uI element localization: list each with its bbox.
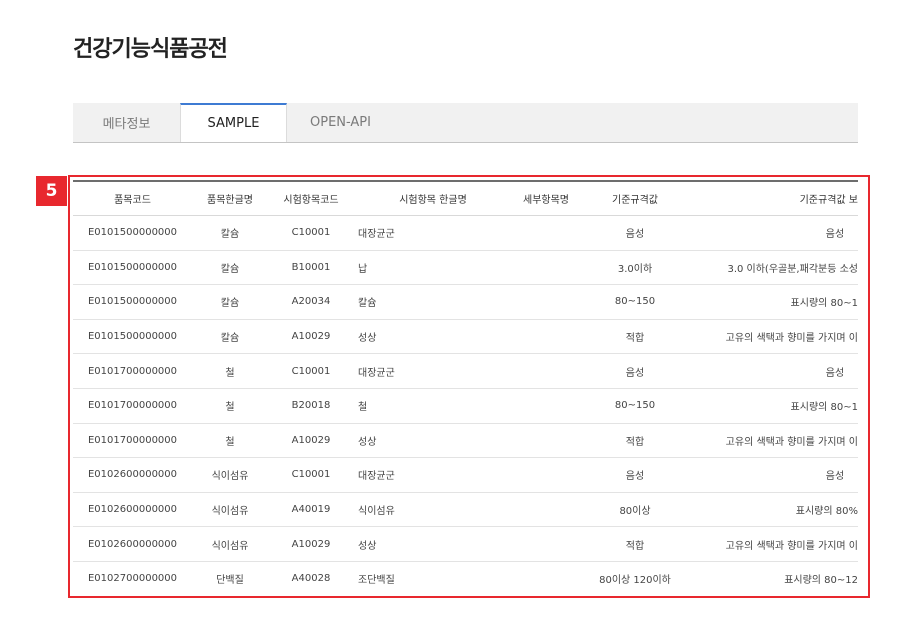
tab-label: 메타정보 <box>102 117 151 132</box>
tab-metadata[interactable]: 메타정보 <box>73 103 180 142</box>
tab-sample[interactable]: SAMPLE <box>180 103 287 142</box>
annotation-badge: 5 <box>36 176 67 206</box>
tab-bar: 메타정보 SAMPLE OPEN-API <box>73 103 858 143</box>
highlight-box <box>68 175 870 598</box>
tab-open-api[interactable]: OPEN-API <box>287 103 394 142</box>
tab-label: SAMPLE <box>207 116 260 131</box>
tab-label: OPEN-API <box>310 115 371 130</box>
page-title: 건강기능식품공전 <box>73 37 228 62</box>
